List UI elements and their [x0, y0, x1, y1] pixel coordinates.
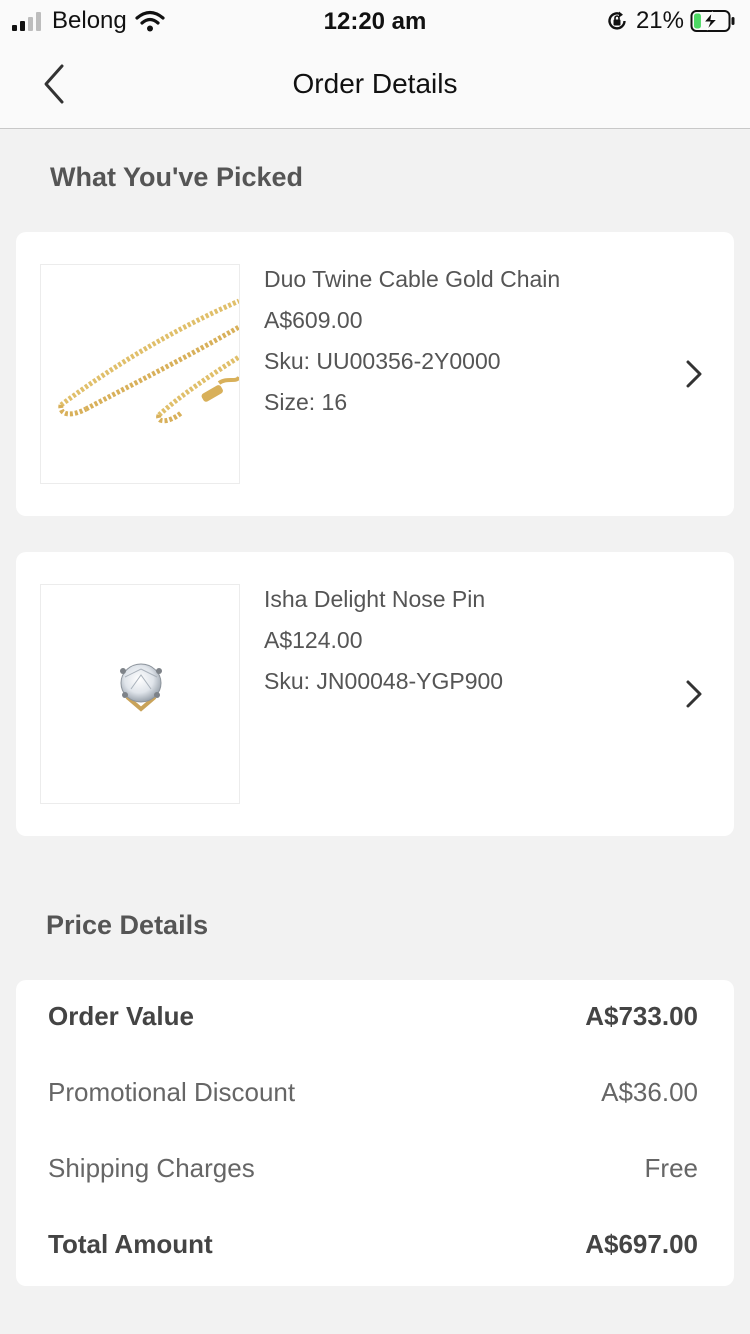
price-label: Shipping Charges: [48, 1152, 255, 1183]
battery-percent: 21%: [635, 7, 684, 34]
product-name: Isha Delight Nose Pin: [264, 586, 486, 612]
gold-chain-image: [58, 298, 239, 424]
status-bar: Belong 12:20 am 21%: [0, 0, 750, 42]
nav-bar: Order Details: [0, 42, 750, 129]
price-value: Free: [644, 1152, 698, 1183]
product-card-chain[interactable]: Duo Twine Cable Gold Chain A$609.00 Sku:…: [16, 232, 734, 516]
price-label: Promotional Discount: [48, 1076, 296, 1107]
picked-section-title: What You've Picked: [50, 162, 303, 192]
price-value: A$36.00: [601, 1076, 698, 1107]
price-details-title: Price Details: [46, 910, 209, 940]
price-details-card: Order Value A$733.00 Promotional Discoun…: [16, 980, 734, 1286]
price-label: Total Amount: [48, 1228, 213, 1259]
price-label: Order Value: [48, 1000, 194, 1031]
status-right: 21%: [606, 7, 736, 34]
product-sku: Sku: JN00048-YGP900: [264, 668, 504, 694]
product-size: Size: 16: [264, 389, 348, 415]
nose-pin-image: [120, 663, 162, 712]
chevron-right-icon: [686, 680, 702, 708]
product-info: Duo Twine Cable Gold Chain A$609.00 Sku:…: [264, 264, 560, 428]
chevron-right-icon: [686, 360, 702, 388]
product-price: A$124.00: [264, 627, 363, 653]
price-value: A$697.00: [585, 1228, 698, 1259]
product-info: Isha Delight Nose Pin A$124.00 Sku: JN00…: [264, 584, 503, 707]
product-image: [40, 264, 240, 484]
price-value: A$733.00: [585, 1000, 698, 1031]
price-row-order-value: Order Value A$733.00: [48, 996, 698, 1036]
orientation-lock-icon: [608, 11, 626, 30]
page-title: Order Details: [292, 68, 458, 99]
product-sku: Sku: UU00356-2Y0000: [264, 348, 501, 374]
price-row-total: Total Amount A$697.00: [48, 1224, 698, 1264]
product-image: [40, 584, 240, 804]
battery-charging-icon: [690, 10, 735, 32]
price-row-discount: Promotional Discount A$36.00: [48, 1072, 698, 1112]
product-card-nose-pin[interactable]: Isha Delight Nose Pin A$124.00 Sku: JN00…: [16, 552, 734, 836]
product-name: Duo Twine Cable Gold Chain: [264, 266, 561, 292]
price-row-shipping: Shipping Charges Free: [48, 1148, 698, 1188]
product-price: A$609.00: [264, 307, 363, 333]
